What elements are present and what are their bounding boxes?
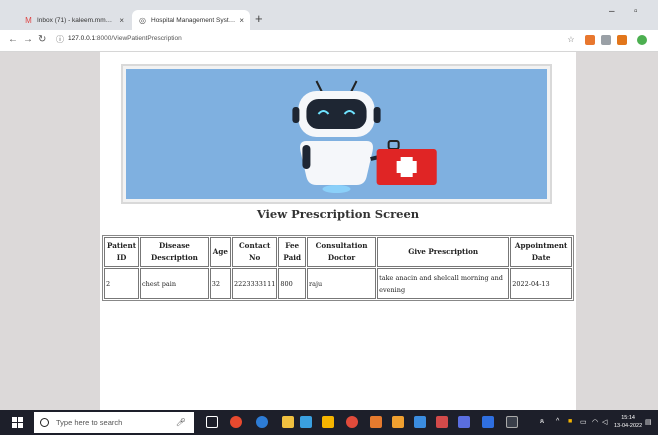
reload-icon[interactable]: ↻ (38, 34, 46, 45)
taskbar-clock[interactable]: 15:14 13-04-2022 (614, 414, 642, 430)
app-icon[interactable] (414, 416, 426, 428)
robot-doctor-illustration (126, 69, 547, 199)
new-tab-button[interactable]: + (255, 12, 263, 26)
app-icon[interactable] (392, 416, 404, 428)
cortana-icon (40, 418, 49, 427)
task-view-icon[interactable] (206, 416, 218, 428)
gmail-icon: M (25, 15, 32, 25)
clock-date: 13-04-2022 (614, 423, 643, 429)
column-header: Disease Description (140, 237, 209, 267)
maximize-icon[interactable]: ▫ (634, 6, 638, 17)
tab-hospital[interactable]: ◎ Hospital Management System × (132, 10, 250, 30)
wifi-icon[interactable]: ◠ (592, 418, 598, 426)
back-icon[interactable]: ← (8, 34, 18, 45)
app-icon[interactable] (458, 416, 470, 428)
taskbar-search[interactable]: Type here to search 🎤︎ (34, 412, 194, 433)
chevron-up-icon[interactable]: ^ (556, 418, 559, 425)
browser-tabbar: M Inbox (71) - kaleem.mmd@gmai × ◎ Hospi… (0, 0, 658, 30)
close-tab-icon[interactable]: × (239, 16, 244, 25)
page-content: View Prescription Screen Patient ID Dise… (100, 52, 576, 410)
column-header: Fee Paid (278, 237, 307, 267)
tab-inbox-label: Inbox (71) - kaleem.mmd@gmai (37, 16, 116, 24)
people-icon[interactable]: ጰ (540, 418, 544, 426)
column-header: Appointment Date (510, 237, 572, 267)
edge-icon[interactable] (256, 416, 268, 428)
cell-fee: 800 (278, 268, 307, 299)
extension-icon[interactable] (601, 35, 611, 45)
column-header: Contact No (231, 237, 278, 267)
chrome-icon[interactable] (346, 416, 358, 428)
app-icon[interactable] (482, 416, 494, 428)
cell-appointment-date: 2022-04-13 (510, 268, 572, 299)
file-explorer-icon[interactable] (282, 416, 294, 428)
volume-icon[interactable]: ◁ (602, 418, 607, 426)
hero-banner (121, 64, 552, 204)
column-header: Age (209, 237, 231, 267)
column-header: Consultation Doctor (307, 237, 377, 267)
windows-start-icon[interactable] (12, 417, 23, 428)
tab-inbox[interactable]: M Inbox (71) - kaleem.mmd@gmai × (18, 10, 130, 30)
cell-contact: 2223333111 (231, 268, 278, 299)
tab-hospital-label: Hospital Management System (151, 16, 236, 24)
column-header: Give Prescription (377, 237, 510, 267)
cell-patient-id: 2 (104, 268, 140, 299)
info-icon[interactable]: ⓘ (56, 34, 64, 45)
app-icon[interactable] (230, 416, 242, 428)
cell-age: 32 (209, 268, 231, 299)
app-tray-icon[interactable]: ■ (568, 418, 572, 425)
table-row: 2 chest pain 32 2223333111 800 raju take… (104, 268, 572, 299)
app-icon[interactable] (370, 416, 382, 428)
battery-icon[interactable]: ▭ (580, 418, 587, 426)
star-icon[interactable]: ☆ (566, 35, 576, 45)
url-field[interactable]: 127.0.0.1:8000/ViewPatientPrescription (68, 35, 182, 42)
app-icon[interactable] (300, 416, 312, 428)
minimize-icon[interactable]: – (609, 6, 615, 17)
metamask-icon[interactable] (617, 35, 627, 45)
terminal-icon[interactable] (506, 416, 518, 428)
globe-icon: ◎ (139, 15, 146, 25)
page-viewport: View Prescription Screen Patient ID Dise… (0, 52, 658, 410)
app-icon[interactable] (436, 416, 448, 428)
prescription-table: Patient ID Disease Description Age Conta… (102, 235, 574, 301)
address-bar: ← → ↻ ⓘ 127.0.0.1:8000/ViewPatientPrescr… (0, 30, 658, 52)
forward-icon[interactable]: → (23, 34, 33, 45)
url-host: 127.0.0.1 (68, 35, 96, 42)
microphone-icon[interactable]: 🎤︎ (176, 418, 186, 427)
clock-time: 15:14 (621, 415, 635, 421)
cell-disease: chest pain (140, 268, 209, 299)
taskbar: Type here to search 🎤︎ ጰ ^ ■ ▭ ◠ ◁ 15:14… (0, 410, 658, 435)
table-header-row: Patient ID Disease Description Age Conta… (104, 237, 572, 267)
cell-prescription: take anacin and shelcall morning and eve… (377, 268, 510, 299)
profile-icon[interactable] (637, 35, 647, 45)
cell-doctor: raju (307, 268, 377, 299)
search-placeholder: Type here to search (56, 418, 123, 427)
url-path: :8000/ViewPatientPrescription (95, 35, 182, 42)
extension-icon[interactable] (585, 35, 595, 45)
column-header: Patient ID (104, 237, 140, 267)
page-title: View Prescription Screen (256, 207, 420, 221)
notification-icon[interactable]: ▤ (645, 418, 652, 426)
store-icon[interactable] (322, 416, 334, 428)
close-tab-icon[interactable]: × (119, 16, 124, 25)
